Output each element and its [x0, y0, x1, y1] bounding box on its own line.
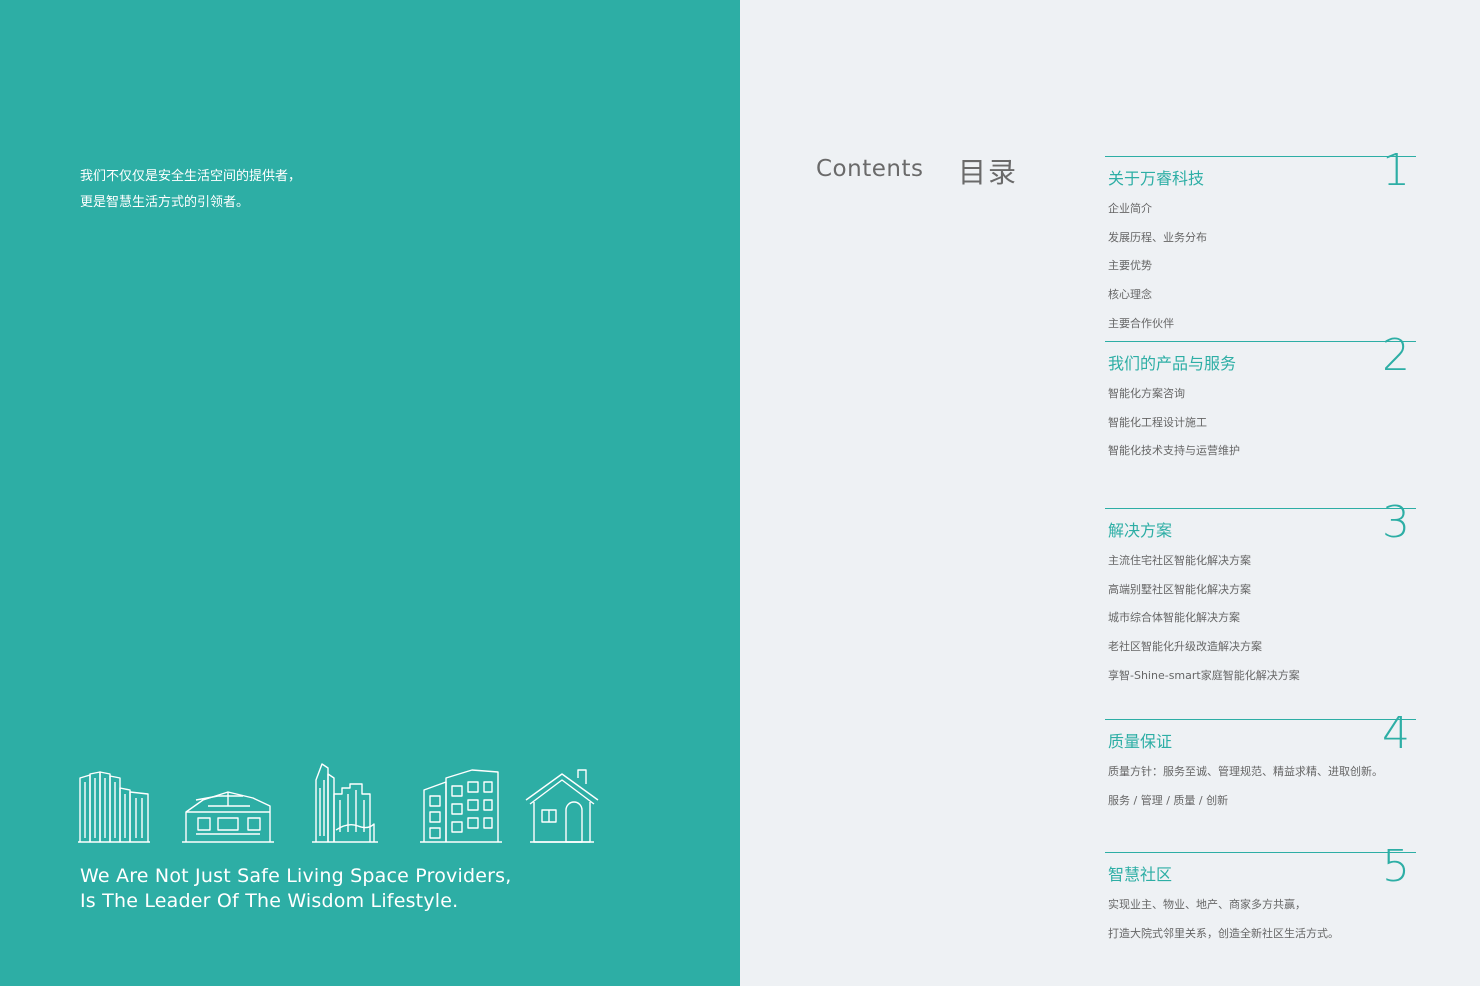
- section-rule: [1105, 508, 1416, 509]
- high-rise-icon: [78, 771, 150, 843]
- toc-item[interactable]: 主要优势: [1108, 257, 1207, 286]
- slogan-line: Is The Leader Of The Wisdom Lifestyle.: [80, 890, 459, 912]
- section-rule: [1105, 156, 1416, 157]
- toc-item[interactable]: 服务 / 管理 / 质量 / 创新: [1108, 792, 1383, 821]
- right-panel: [740, 0, 1480, 986]
- villa-icon: [182, 791, 274, 843]
- section-number: 4: [1382, 708, 1410, 759]
- section-items: 主流住宅社区智能化解决方案 高端别墅社区智能化解决方案 城市综合体智能化解决方案…: [1108, 552, 1300, 695]
- section-rule: [1105, 341, 1416, 342]
- slogan: We Are Not Just Safe Living Space Provid…: [80, 864, 511, 914]
- section-number: 1: [1382, 145, 1410, 196]
- section-title[interactable]: 解决方案: [1108, 517, 1172, 541]
- toc-item[interactable]: 打造大院式邻里关系，创造全新社区生活方式。: [1108, 925, 1339, 954]
- toc-item[interactable]: 实现业主、物业、地产、商家多方共赢，: [1108, 896, 1339, 925]
- buildings-illustration: [78, 763, 599, 843]
- toc-item[interactable]: 质量方针：服务至诚、管理规范、精益求精、进取创新。: [1108, 763, 1383, 792]
- toc-item[interactable]: 智能化工程设计施工: [1108, 414, 1240, 443]
- section-items: 企业简介 发展历程、业务分布 主要优势 核心理念 主要合作伙伴: [1108, 200, 1207, 343]
- section-title[interactable]: 关于万睿科技: [1108, 165, 1204, 189]
- apartment-icon: [420, 769, 502, 843]
- toc-item[interactable]: 城市综合体智能化解决方案: [1108, 609, 1300, 638]
- section-rule: [1105, 852, 1416, 853]
- section-title[interactable]: 我们的产品与服务: [1108, 350, 1236, 374]
- toc-item[interactable]: 智能化技术支持与运营维护: [1108, 442, 1240, 471]
- section-number: 2: [1382, 330, 1410, 381]
- section-number: 3: [1382, 497, 1410, 548]
- contents-heading-en: Contents: [816, 156, 924, 182]
- toc-item[interactable]: 企业简介: [1108, 200, 1207, 229]
- house-icon: [525, 769, 599, 843]
- toc-item[interactable]: 高端别墅社区智能化解决方案: [1108, 581, 1300, 610]
- section-items: 智能化方案咨询 智能化工程设计施工 智能化技术支持与运营维护: [1108, 385, 1240, 471]
- tagline-line: 更是智慧生活方式的引领者。: [80, 195, 250, 210]
- section-items: 实现业主、物业、地产、商家多方共赢， 打造大院式邻里关系，创造全新社区生活方式。: [1108, 896, 1339, 953]
- section-items: 质量方针：服务至诚、管理规范、精益求精、进取创新。 服务 / 管理 / 质量 /…: [1108, 763, 1383, 820]
- toc-item[interactable]: 核心理念: [1108, 286, 1207, 315]
- toc-item[interactable]: 享智-Shine-smart家庭智能化解决方案: [1108, 667, 1300, 696]
- contents-heading-zh: 目录: [958, 156, 1019, 189]
- section-number: 5: [1382, 841, 1410, 892]
- toc-item[interactable]: 发展历程、业务分布: [1108, 229, 1207, 258]
- section-title[interactable]: 智慧社区: [1108, 861, 1172, 885]
- tagline: 我们不仅仅是安全生活空间的提供者， 更是智慧生活方式的引领者。: [80, 164, 301, 216]
- toc-item[interactable]: 智能化方案咨询: [1108, 385, 1240, 414]
- section-rule: [1105, 719, 1416, 720]
- tagline-line: 我们不仅仅是安全生活空间的提供者，: [80, 169, 302, 184]
- left-panel: 我们不仅仅是安全生活空间的提供者， 更是智慧生活方式的引领者。 We Are N…: [0, 0, 740, 986]
- slogan-line: We Are Not Just Safe Living Space Provid…: [80, 865, 512, 887]
- skyscraper-icon: [312, 763, 378, 843]
- toc-item[interactable]: 主流住宅社区智能化解决方案: [1108, 552, 1300, 581]
- section-title[interactable]: 质量保证: [1108, 728, 1172, 752]
- toc-item[interactable]: 老社区智能化升级改造解决方案: [1108, 638, 1300, 667]
- toc-item[interactable]: 主要合作伙伴: [1108, 315, 1207, 344]
